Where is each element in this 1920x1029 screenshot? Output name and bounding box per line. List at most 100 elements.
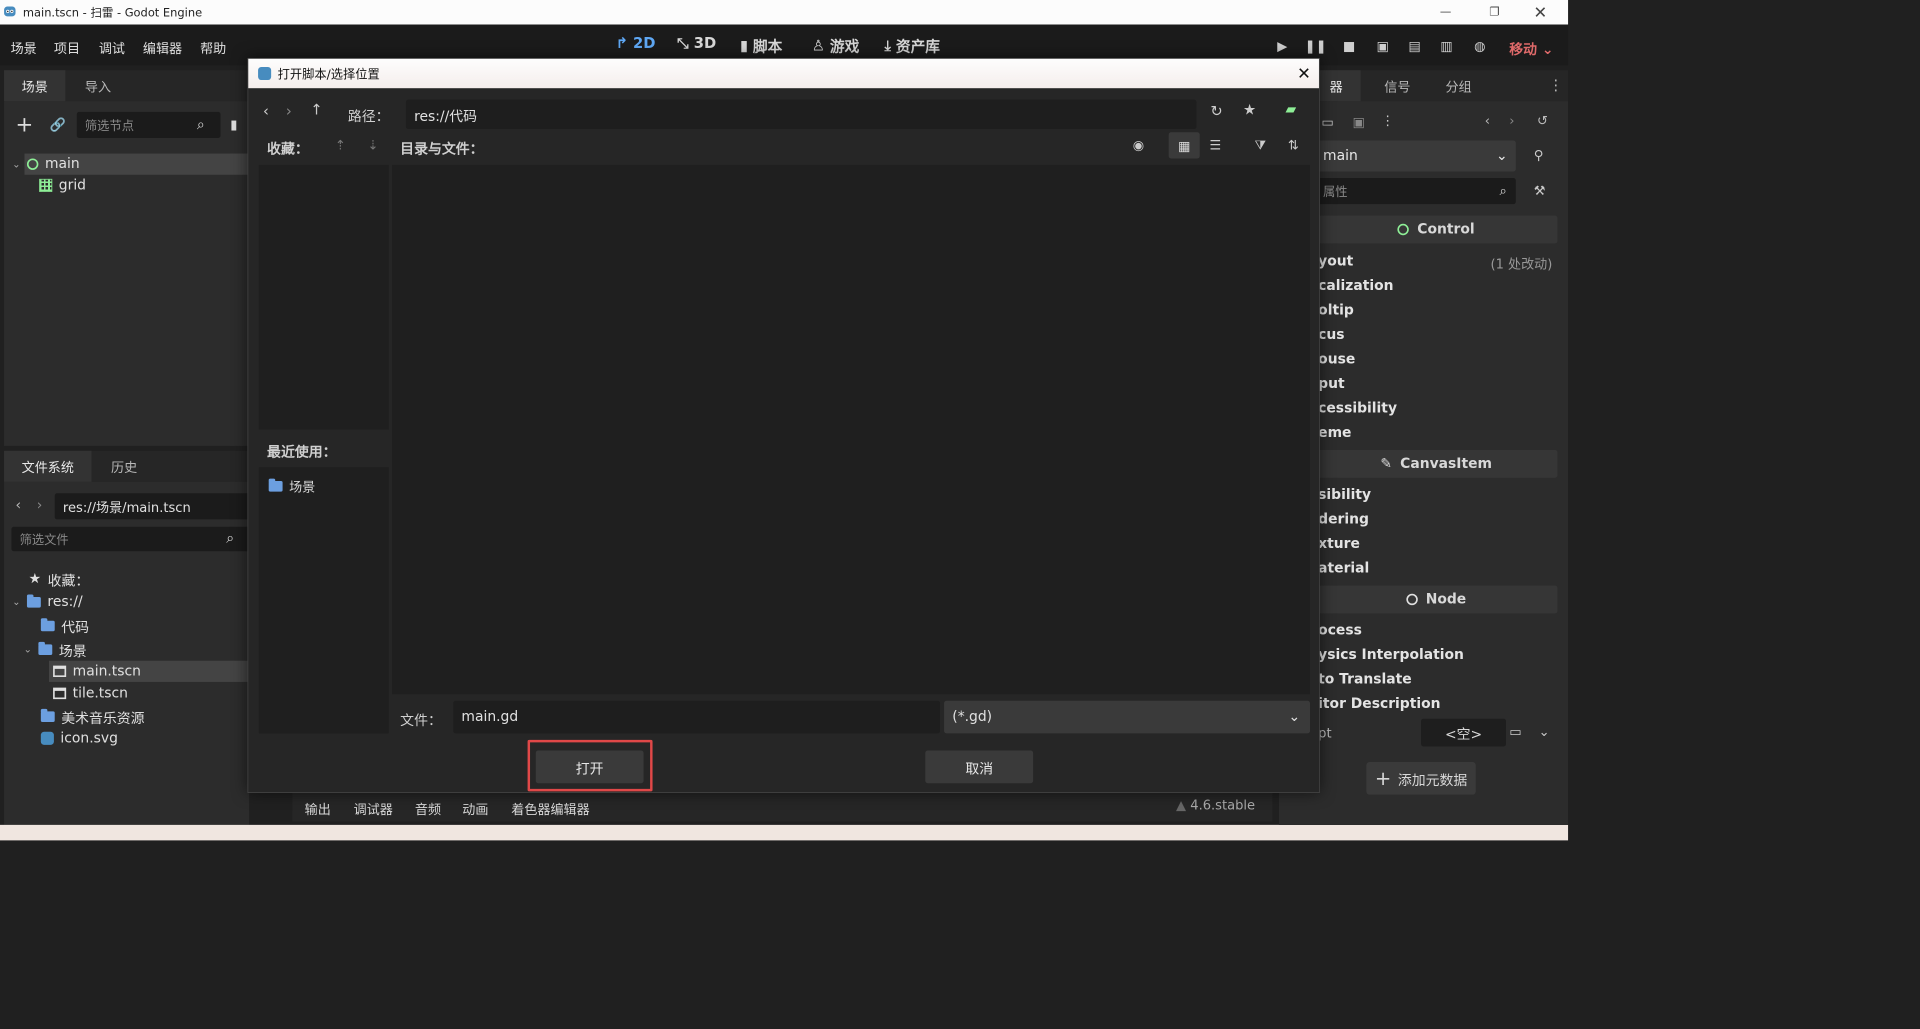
fs-item-art[interactable]: 美术音乐资源 bbox=[40, 706, 145, 727]
fs-forward-icon[interactable]: › bbox=[37, 497, 43, 513]
fs-item-code[interactable]: 代码 bbox=[40, 615, 89, 636]
play-icon[interactable]: ▶ bbox=[1273, 38, 1291, 54]
prop-ordering[interactable]: dering bbox=[1318, 511, 1369, 527]
node-select[interactable]: main ⌄ bbox=[1314, 140, 1516, 172]
prop-accessibility[interactable]: cessibility bbox=[1318, 400, 1397, 416]
tab-assetlib[interactable]: ⤓ 资产库 bbox=[884, 35, 940, 56]
menu-editor[interactable]: 编辑器 bbox=[143, 38, 182, 58]
history-icon[interactable]: ↺ bbox=[1537, 113, 1548, 129]
fs-item-tile-tscn[interactable]: tile.tscn bbox=[53, 683, 128, 704]
tab-signals[interactable]: 信号 bbox=[1369, 70, 1426, 101]
move-up-icon[interactable]: ⇡ bbox=[335, 137, 346, 153]
prop-localization[interactable]: calization bbox=[1318, 278, 1393, 294]
prop-process[interactable]: ocess bbox=[1318, 622, 1362, 638]
menu-help[interactable]: 帮助 bbox=[200, 38, 226, 58]
pause-icon[interactable]: ❚❚ bbox=[1305, 38, 1327, 54]
tree-node-grid[interactable]: grid bbox=[39, 175, 86, 196]
prop-auto-translate[interactable]: to Translate bbox=[1318, 671, 1411, 687]
prop-theme[interactable]: eme bbox=[1318, 425, 1351, 441]
filter-select[interactable]: (*.gd) ⌄ bbox=[944, 700, 1310, 734]
prop-editor-description[interactable]: itor Description bbox=[1318, 696, 1440, 712]
tab-animation[interactable]: 动画 bbox=[462, 799, 488, 819]
favorites-list[interactable] bbox=[258, 164, 389, 430]
tab-3d[interactable]: ⤡ 3D bbox=[677, 35, 716, 52]
refresh-icon[interactable]: ↻ bbox=[1210, 103, 1222, 120]
filter-icon[interactable]: ⧩ bbox=[1254, 137, 1266, 153]
more-icon[interactable]: ⋮ bbox=[1548, 77, 1563, 94]
save-icon[interactable]: ▣ bbox=[1352, 114, 1364, 130]
prop-mouse[interactable]: ouse bbox=[1318, 351, 1355, 367]
kebab-icon[interactable]: ⋮ bbox=[1381, 113, 1394, 129]
tab-2d[interactable]: ↱ 2D bbox=[616, 35, 656, 52]
tab-groups[interactable]: 分组 bbox=[1430, 70, 1487, 101]
close-icon[interactable]: ✕ bbox=[1516, 0, 1565, 25]
tab-game[interactable]: ♙ 游戏 bbox=[812, 35, 859, 56]
sort-icon[interactable]: ⇅ bbox=[1288, 137, 1299, 153]
star-icon[interactable]: ★ bbox=[1243, 101, 1256, 118]
prop-focus[interactable]: cus bbox=[1318, 327, 1344, 343]
prop-input[interactable]: put bbox=[1318, 376, 1344, 392]
prop-texture[interactable]: xture bbox=[1318, 536, 1360, 552]
recent-item-scene[interactable]: 场景 bbox=[268, 475, 315, 496]
prop-visibility[interactable]: sibility bbox=[1318, 487, 1371, 503]
restore-icon[interactable]: ❐ bbox=[1470, 0, 1519, 25]
list-view-icon[interactable]: ☰ bbox=[1210, 137, 1222, 153]
show-hidden-icon[interactable]: ◉ bbox=[1133, 137, 1144, 153]
move-down-icon[interactable]: ⇣ bbox=[368, 137, 379, 153]
section-control[interactable]: Control bbox=[1314, 215, 1558, 244]
tab-audio[interactable]: 音频 bbox=[415, 799, 441, 819]
section-node[interactable]: Node bbox=[1314, 585, 1558, 614]
fs-item-res[interactable]: ⌄ res:// bbox=[12, 591, 82, 612]
stop-icon[interactable]: ■ bbox=[1340, 38, 1358, 54]
menu-debug[interactable]: 调试 bbox=[99, 38, 125, 58]
tools-icon[interactable]: ⚒ bbox=[1534, 183, 1546, 199]
fs-filter-input[interactable]: 筛选文件 bbox=[11, 526, 252, 552]
fs-favorites[interactable]: ★ 收藏： bbox=[29, 568, 90, 589]
recent-list[interactable] bbox=[258, 467, 389, 734]
chevron-down-icon[interactable]: ⌄ bbox=[1539, 724, 1550, 740]
menu-scene[interactable]: 场景 bbox=[11, 38, 37, 58]
fs-back-icon[interactable]: ‹ bbox=[16, 497, 22, 513]
movie-icon[interactable]: ◍ bbox=[1471, 38, 1489, 54]
remote-debug-icon[interactable]: ▣ bbox=[1374, 38, 1392, 54]
prop-material[interactable]: aterial bbox=[1318, 560, 1369, 576]
tab-output[interactable]: 输出 bbox=[305, 799, 331, 819]
play-scene-icon[interactable]: ▤ bbox=[1406, 38, 1424, 54]
script-value-field[interactable]: <空> bbox=[1421, 718, 1506, 747]
forward-icon[interactable]: › bbox=[286, 103, 292, 120]
section-canvasitem[interactable]: ✎ CanvasItem bbox=[1314, 450, 1558, 478]
cancel-button[interactable]: 取消 bbox=[925, 750, 1034, 784]
open-folder-icon[interactable]: ▭ bbox=[1321, 114, 1333, 130]
inspector-forward-icon[interactable]: › bbox=[1509, 113, 1514, 129]
menu-project[interactable]: 项目 bbox=[54, 38, 80, 58]
tab-shader-editor[interactable]: 着色器编辑器 bbox=[511, 799, 589, 819]
minimize-icon[interactable]: — bbox=[1421, 0, 1470, 25]
path-field[interactable]: res://代码 bbox=[405, 99, 1197, 130]
renderer-select[interactable]: 移动 ⌄ bbox=[1509, 38, 1553, 58]
prop-layout[interactable]: yout bbox=[1318, 253, 1353, 269]
prop-tooltip[interactable]: oltip bbox=[1318, 302, 1354, 318]
script-attach-icon[interactable]: ▮ bbox=[230, 117, 237, 133]
dialog-close-icon[interactable]: ✕ bbox=[1297, 64, 1311, 84]
play-custom-icon[interactable]: ▥ bbox=[1437, 38, 1455, 54]
fs-item-scene[interactable]: ⌄ 场景 bbox=[24, 639, 87, 660]
go-up-icon[interactable]: ↑ bbox=[310, 101, 322, 118]
new-folder-icon[interactable]: ▰ bbox=[1285, 101, 1296, 117]
tab-script[interactable]: ▮ 脚本 bbox=[740, 35, 782, 56]
tab-history[interactable]: 历史 bbox=[91, 451, 156, 482]
open-button[interactable]: 打开 bbox=[535, 750, 644, 784]
fs-item-main-tscn[interactable]: main.tscn bbox=[53, 661, 141, 682]
fs-path-field[interactable]: res://场景/main.tscn bbox=[54, 493, 250, 520]
prop-physics-interpolation[interactable]: ysics Interpolation bbox=[1318, 647, 1464, 663]
tab-scene[interactable]: 场景 bbox=[4, 70, 66, 102]
add-metadata-button[interactable]: + 添加元数据 bbox=[1366, 761, 1476, 795]
back-icon[interactable]: ‹ bbox=[263, 103, 269, 120]
tab-import[interactable]: 导入 bbox=[65, 70, 130, 101]
fs-item-icon-svg[interactable]: icon.svg bbox=[40, 728, 118, 749]
tab-filesystem[interactable]: 文件系统 bbox=[4, 450, 92, 482]
filename-field[interactable]: main.gd bbox=[453, 700, 941, 734]
add-node-icon[interactable]: + bbox=[16, 113, 34, 138]
tree-node-main[interactable]: ⌄ main bbox=[12, 154, 79, 175]
file-list[interactable] bbox=[392, 164, 1310, 695]
node-doc-icon[interactable]: ⚲ bbox=[1534, 147, 1544, 163]
